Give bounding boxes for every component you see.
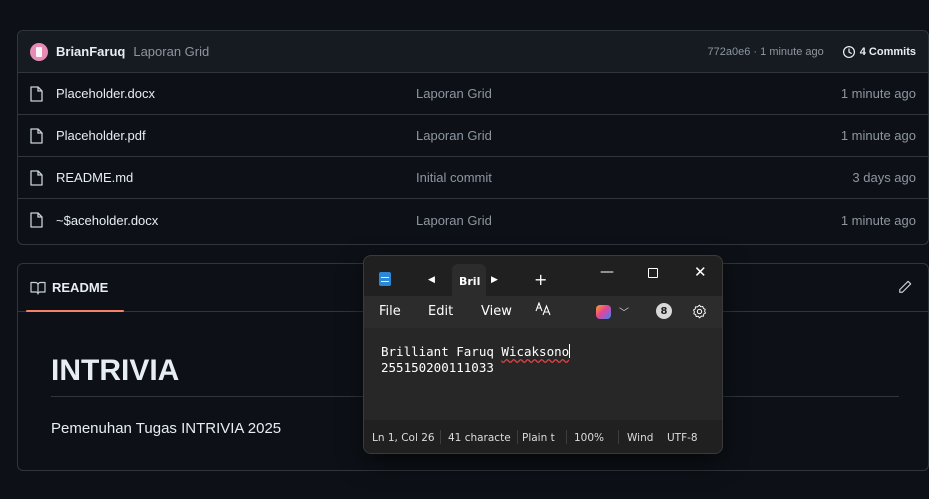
file-name[interactable]: README.md — [56, 170, 416, 185]
menu-file[interactable]: File — [379, 304, 401, 319]
gear-icon[interactable] — [692, 304, 707, 319]
file-time: 1 minute ago — [840, 86, 916, 101]
tab-scroll-right-icon[interactable]: ▶ — [491, 275, 498, 285]
menu-edit[interactable]: Edit — [428, 304, 453, 319]
file-row[interactable]: Placeholder.pdf Laporan Grid 1 minute ag… — [18, 115, 928, 157]
text-format-icon[interactable] — [535, 301, 551, 320]
file-row[interactable]: ~$aceholder.docx Laporan Grid 1 minute a… — [18, 199, 928, 241]
status-encoding[interactable]: UTF-8 — [667, 432, 698, 444]
commit-author[interactable]: BrianFaruq — [56, 44, 125, 59]
file-name[interactable]: Placeholder.pdf — [56, 128, 416, 143]
file-time: 3 days ago — [852, 170, 916, 185]
file-time: 1 minute ago — [840, 212, 916, 228]
status-character-count[interactable]: 41 characte — [448, 432, 516, 444]
file-icon — [30, 169, 46, 186]
history-icon — [842, 45, 856, 59]
file-icon — [30, 127, 46, 144]
new-tab-button[interactable]: + — [534, 270, 547, 289]
maximize-button[interactable] — [648, 268, 658, 278]
tab-scroll-left-icon[interactable]: ◀ — [428, 275, 435, 285]
file-time: 1 minute ago — [840, 128, 916, 143]
minimize-button[interactable]: — — [600, 264, 614, 280]
file-commit-message[interactable]: Laporan Grid — [416, 128, 841, 143]
readme-tab-underline — [26, 310, 124, 312]
file-commit-message[interactable]: Laporan Grid — [416, 86, 841, 101]
status-format[interactable]: Plain t — [522, 432, 558, 444]
editor-line-2: 255150200111033 — [381, 360, 494, 375]
file-row[interactable]: README.md Initial commit 3 days ago — [18, 157, 928, 199]
notepad-statusbar: Ln 1, Col 26 41 characte Plain t 100% Wi… — [364, 420, 722, 453]
readme-title: INTRIVIA — [51, 354, 180, 387]
pencil-icon[interactable] — [898, 280, 912, 294]
editor-line-1-text: Brilliant Faruq — [381, 344, 502, 359]
avatar[interactable] — [30, 42, 48, 61]
readme-text: Pemenuhan Tugas INTRIVIA 2025 — [51, 420, 282, 437]
notepad-menubar: File Edit View ﹀ 8 — [364, 296, 722, 328]
file-name[interactable]: ~$aceholder.docx — [56, 213, 416, 228]
chevron-down-icon[interactable]: ﹀ — [619, 304, 629, 319]
commit-message[interactable]: Laporan Grid — [133, 44, 209, 59]
commits-label: 4 Commits — [859, 45, 916, 58]
file-commit-message[interactable]: Laporan Grid — [416, 213, 841, 228]
file-row[interactable]: Placeholder.docx Laporan Grid 1 minute a… — [18, 73, 928, 115]
notepad-text-area[interactable]: Brilliant Faruq Wicaksono 25515020011103… — [364, 328, 722, 420]
status-position[interactable]: Ln 1, Col 26 — [372, 432, 435, 444]
commit-hash-time[interactable]: 772a0e6 · 1 minute ago — [708, 46, 824, 58]
misspelled-word[interactable]: Wicaksono — [501, 344, 569, 359]
copilot-icon[interactable] — [596, 305, 611, 319]
notepad-tab[interactable]: Bril — [452, 264, 486, 296]
file-name[interactable]: Placeholder.docx — [56, 86, 416, 101]
menu-view[interactable]: View — [481, 304, 512, 319]
latest-commit-bar: BrianFaruq Laporan Grid 772a0e6 · 1 minu… — [18, 31, 928, 73]
readme-tab[interactable]: README — [52, 280, 108, 295]
text-caret — [569, 344, 571, 358]
status-line-ending[interactable]: Wind — [627, 432, 657, 444]
file-commit-message[interactable]: Initial commit — [416, 170, 852, 185]
editor-line-1: Brilliant Faruq Wicaksono — [381, 344, 722, 360]
notepad-window[interactable]: ◀ Bril ▶ + — ✕ File Edit View ﹀ 8 Brilli… — [363, 255, 723, 454]
profile-avatar[interactable]: 8 — [656, 303, 672, 319]
notepad-app-icon — [379, 272, 391, 286]
file-icon — [30, 212, 46, 228]
notepad-titlebar[interactable]: ◀ Bril ▶ + — ✕ — [364, 256, 722, 296]
status-zoom[interactable]: 100% — [574, 432, 604, 444]
file-browser: BrianFaruq Laporan Grid 772a0e6 · 1 minu… — [17, 30, 929, 245]
close-button[interactable]: ✕ — [694, 263, 707, 281]
book-icon — [30, 281, 46, 295]
commits-link[interactable]: 4 Commits — [842, 45, 916, 59]
file-icon — [30, 85, 46, 102]
